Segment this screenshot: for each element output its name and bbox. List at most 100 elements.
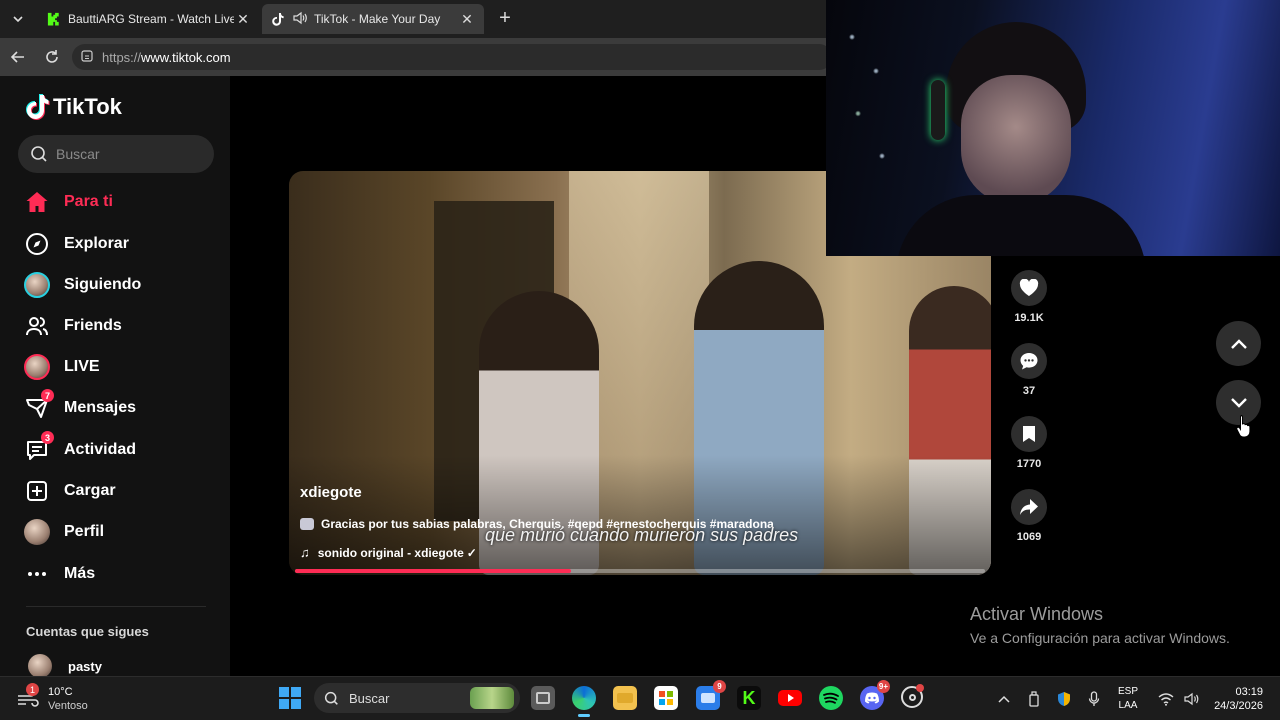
previous-video-button[interactable] [1216,321,1261,366]
sidebar-item-live[interactable]: LIVE [22,351,212,383]
sidebar-item-para-ti[interactable]: Para ti [22,186,212,218]
microphone-icon[interactable] [1084,689,1104,709]
notification-badge: 3 [41,431,54,444]
comment-icon[interactable] [1011,343,1047,379]
steam-icon[interactable] [901,684,924,708]
hand-cursor-icon [1236,415,1251,438]
messaging-icon[interactable]: 9 [696,680,726,710]
comment-count: 37 [1022,385,1036,397]
youtube-icon[interactable] [778,686,802,710]
sidebar-item-actividad[interactable]: 3 Actividad [22,431,212,466]
volume-icon[interactable] [1182,689,1202,709]
notification-badge: 7 [41,389,54,402]
watermark-subtitle: Ve a Configuración para activar Windows. [970,630,1230,646]
chevron-up-icon [1230,338,1247,349]
windows-taskbar: 1 10°C Ventoso Buscar 9 K 9+ ESP LAA 03:… [0,676,1280,720]
lang-line1: ESP [1118,686,1139,697]
avatar [22,270,52,300]
sidebar-item-friends[interactable]: Friends [22,310,212,342]
tab-tiktok[interactable]: TikTok - Make Your Day ✕ [262,4,484,34]
search-input[interactable] [56,146,196,162]
task-view-icon[interactable] [531,686,555,710]
video-progress-bar[interactable] [295,569,985,573]
wifi-icon[interactable] [1156,689,1176,709]
notification-badge: 9 [713,680,726,693]
notification-badge: 9+ [876,680,890,693]
search-highlight-image [470,687,514,709]
url-field[interactable]: https://www.tiktok.com [72,44,832,70]
share-action[interactable]: 1069 [1004,489,1054,562]
spotify-icon[interactable] [819,686,843,710]
input-language[interactable]: ESP LAA [1118,685,1138,713]
close-icon[interactable]: ✕ [458,10,476,28]
avatar [28,654,52,678]
music-note-icon: ♫ [300,545,310,560]
search-box[interactable] [18,135,214,173]
windows-start-icon[interactable] [279,687,301,709]
back-button[interactable] [8,47,28,67]
lang-line2: LAA [1118,700,1138,711]
chevron-down-icon [1230,397,1247,408]
avatar [22,352,52,382]
like-action[interactable]: 19.1K [1004,270,1054,343]
inbox-icon: 7 [22,389,54,423]
taskbar-search[interactable]: Buscar [314,683,520,713]
site-info-icon[interactable] [80,49,94,66]
progress-fill [295,569,571,573]
sidebar-item-cargar[interactable]: Cargar [22,475,212,507]
weather-temp: 10°C [48,686,73,698]
clock-time: 03:19 [1235,686,1263,698]
sidebar-item-siguiendo[interactable]: Siguiendo [22,269,212,301]
tab-list-button[interactable] [6,7,30,31]
sidebar-item-explorar[interactable]: Explorar [22,228,212,260]
sidebar-item-label: LIVE [64,358,100,375]
video-sound-text: sonido original - xdiegote [317,545,464,560]
tiktok-logo[interactable]: TikTok [26,94,122,120]
compass-icon [22,229,52,259]
defender-shield-icon[interactable] [1054,689,1074,709]
close-icon[interactable]: ✕ [234,10,252,28]
divider [26,606,206,607]
sidebar-item-mensajes[interactable]: 7 Mensajes [22,389,212,424]
wind-icon: 1 [16,683,40,711]
logo-text: TikTok [53,94,122,119]
speaker-icon[interactable] [292,11,308,28]
video-sound[interactable]: ♫ sonido original - xdiegote ✓ [300,545,477,560]
usb-device-icon[interactable] [1024,689,1044,709]
video-author[interactable]: xdiegote [300,484,362,501]
home-icon [22,187,52,217]
video-actions: 19.1K 37 1770 1069 [1004,270,1054,562]
following-item[interactable]: pasty [28,654,102,678]
edge-icon[interactable] [572,686,596,717]
heart-icon[interactable] [1011,270,1047,306]
sidebar-item-mas[interactable]: Más [22,558,212,590]
activate-windows-watermark: Activar Windows Ve a Configuración para … [970,604,1230,646]
reload-button[interactable] [42,47,62,67]
sidebar-item-label: Para ti [64,193,113,210]
discord-icon[interactable]: 9+ [860,680,890,710]
webcam-overlay [826,0,1280,256]
save-action[interactable]: 1770 [1004,416,1054,489]
bookmark-icon[interactable] [1011,416,1047,452]
comment-action[interactable]: 37 [1004,343,1054,416]
watermark-title: Activar Windows [970,604,1104,624]
new-tab-button[interactable]: + [494,8,516,30]
sidebar-item-label: Actividad [64,441,137,458]
clock[interactable]: 03:19 24/3/2026 [1207,685,1263,713]
sidebar-item-perfil[interactable]: Perfil [22,516,212,548]
weather-widget[interactable]: 1 10°C Ventoso [16,683,88,713]
share-icon[interactable] [1011,489,1047,525]
folder-icon[interactable] [613,686,637,710]
sidebar: TikTok Para ti Explorar Siguiendo F [0,76,230,678]
sidebar-item-label: Siguiendo [64,276,142,293]
save-count: 1770 [1016,458,1042,470]
kick-icon[interactable]: K [737,686,761,710]
clock-date: 24/3/2026 [1214,700,1263,712]
arrow-left-icon [10,51,24,63]
following-title: Cuentas que sigues [26,624,149,639]
chevron-up-icon[interactable] [994,689,1014,709]
notification-badge: 1 [26,683,39,696]
tab-kick-stream[interactable]: BauttiARG Stream - Watch Live on ✕ [38,4,260,34]
search-icon [324,691,338,705]
store-icon[interactable] [654,686,678,710]
